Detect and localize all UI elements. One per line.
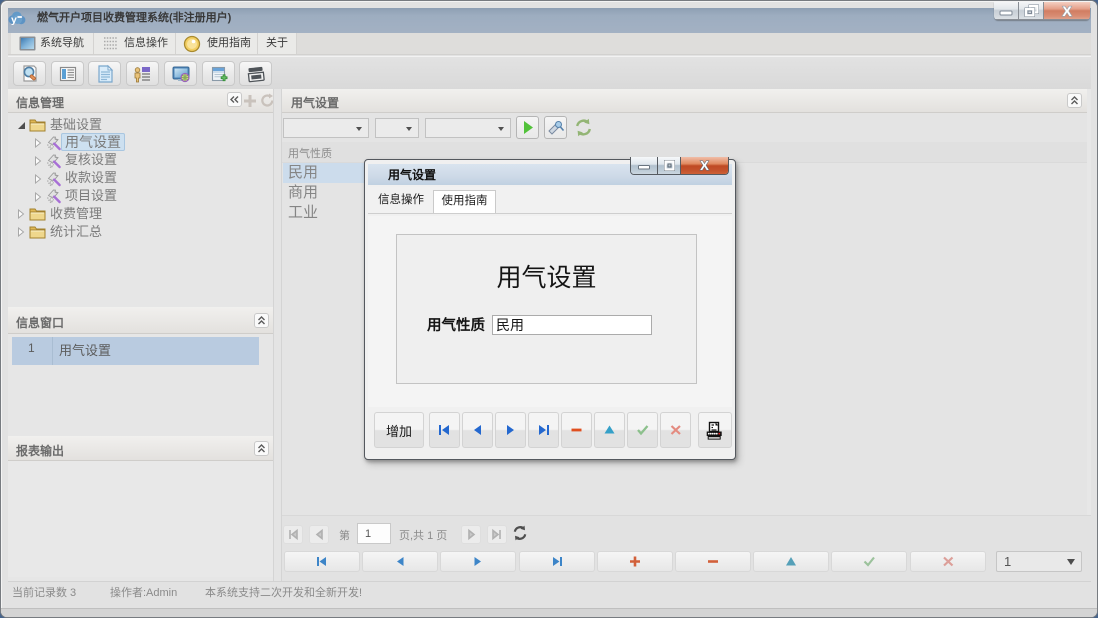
- svg-text:X: X: [700, 158, 709, 173]
- svg-text:X: X: [1062, 3, 1072, 19]
- svg-text:y: y: [11, 14, 17, 25]
